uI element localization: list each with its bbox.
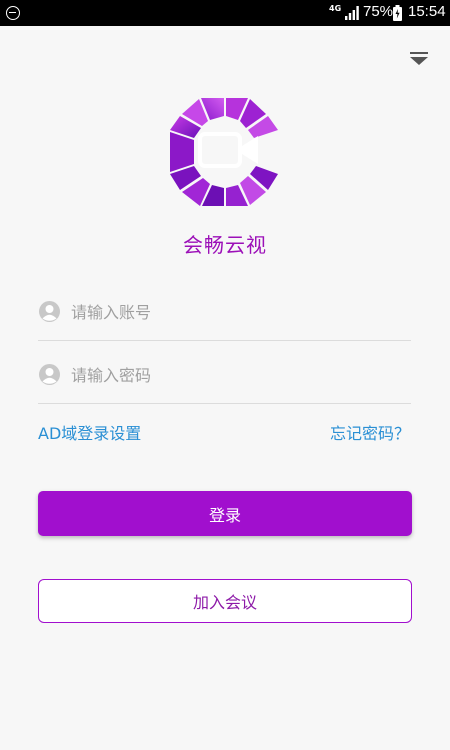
clock: 15:54: [408, 3, 446, 20]
battery-percent: 75%: [363, 3, 394, 20]
dropdown-menu-icon[interactable]: [408, 50, 430, 68]
user-avatar-icon: [39, 301, 60, 322]
status-bar: 4G 75% 15:54: [0, 0, 450, 26]
do-not-disturb-icon: [6, 6, 20, 20]
battery-charging-icon: [393, 5, 402, 21]
account-input[interactable]: [71, 297, 401, 327]
app-name: 会畅云视: [183, 233, 267, 257]
video-camera-logo-icon: [170, 98, 278, 206]
forgot-password-link[interactable]: 忘记密码？: [330, 420, 410, 444]
user-avatar-icon: [39, 364, 60, 385]
signal-icon: [345, 6, 359, 20]
network-type: 4G: [329, 4, 342, 13]
password-input[interactable]: [71, 360, 401, 390]
login-button[interactable]: 登录: [38, 491, 412, 536]
join-meeting-button[interactable]: 加入会议: [38, 579, 412, 623]
account-field: [38, 279, 411, 341]
ad-login-settings-link[interactable]: AD域登录设置: [38, 420, 141, 444]
password-field: [38, 342, 411, 404]
